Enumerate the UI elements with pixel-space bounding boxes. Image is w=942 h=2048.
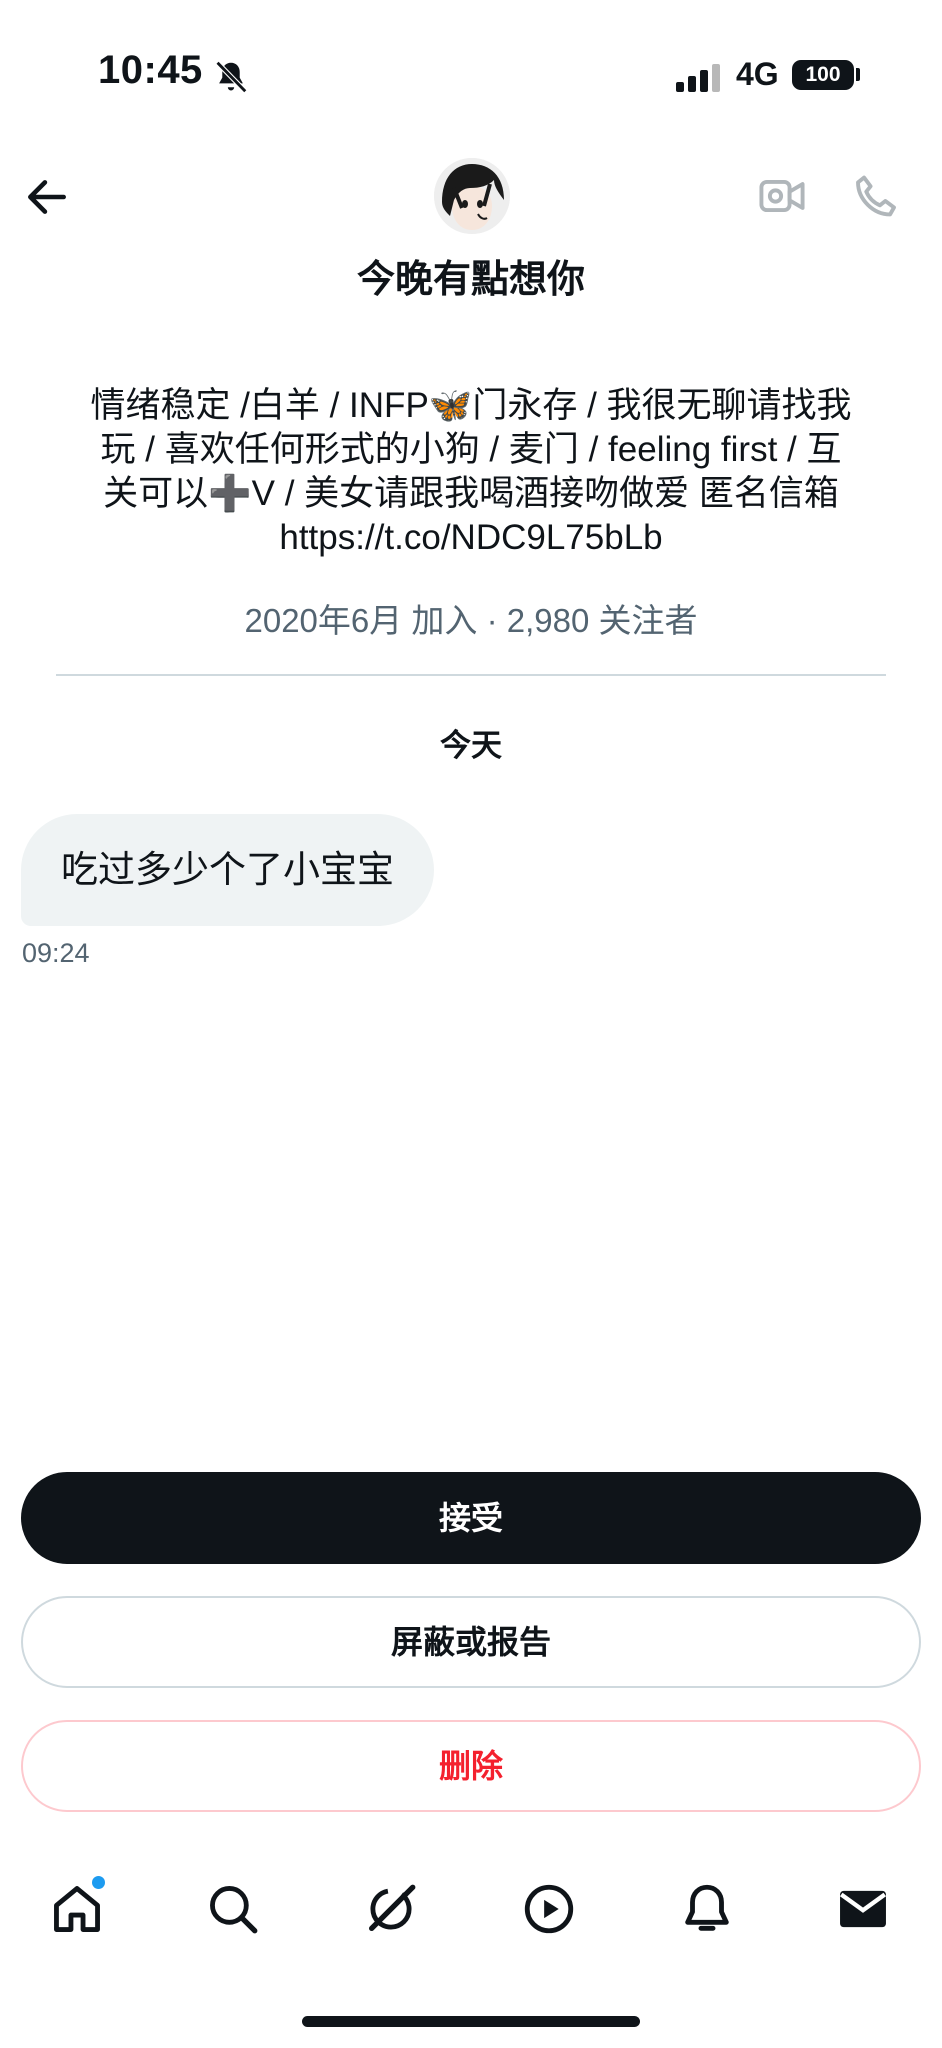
phone-call-icon[interactable] <box>850 170 902 222</box>
network-type: 4G <box>736 56 779 92</box>
accept-button[interactable]: 接受 <box>21 1472 921 1564</box>
join-date: 2020年6月 加入 <box>244 602 478 639</box>
back-arrow-icon[interactable] <box>22 172 72 222</box>
search-icon[interactable] <box>204 1880 262 1938</box>
divider <box>56 674 886 676</box>
day-separator: 今天 <box>440 728 502 763</box>
message-timestamp: 09:24 <box>22 938 90 968</box>
status-time: 10:45 <box>98 48 203 92</box>
conversation-title[interactable]: 今晚有點想你 <box>0 248 942 303</box>
home-indicator[interactable] <box>302 2016 640 2027</box>
profile-meta: 2020年6月 加入 · 2,980 关注者 <box>0 594 942 642</box>
battery-terminal <box>856 68 860 81</box>
anime-avatar-icon <box>434 158 510 234</box>
unread-indicator-dot <box>92 1876 105 1889</box>
signal-strength-icon <box>676 62 720 92</box>
delete-button[interactable]: 删除 <box>21 1720 921 1812</box>
avatar[interactable] <box>434 158 510 234</box>
bio-link[interactable]: https://t.co/NDC9L75bLb <box>50 516 892 560</box>
battery-icon: 100 <box>792 60 854 90</box>
messages-envelope-icon[interactable] <box>834 1880 892 1938</box>
bio-line: 关可以➕V / 美女请跟我喝酒接吻做爱 匿名信箱 <box>103 474 839 513</box>
profile-bio: 情绪稳定 /白羊 / INFP🦋门永存 / 我很无聊请找我 玩 / 喜欢任何形式… <box>50 384 892 560</box>
follower-count[interactable]: 2,980 关注者 <box>507 602 698 639</box>
battery-level: 100 <box>805 63 841 86</box>
notifications-bell-icon[interactable] <box>678 1880 736 1938</box>
incoming-message-bubble[interactable]: 吃过多少个了小宝宝 <box>21 814 434 926</box>
bio-line: 情绪稳定 /白羊 / INFP🦋门永存 / 我很无聊请找我 <box>90 386 852 425</box>
video-call-icon[interactable] <box>756 170 808 222</box>
meta-separator: · <box>486 602 507 639</box>
block-or-report-button[interactable]: 屏蔽或报告 <box>21 1596 921 1688</box>
grok-icon[interactable] <box>362 1880 420 1938</box>
silent-bell-icon <box>215 60 248 94</box>
bio-line: 玩 / 喜欢任何形式的小狗 / 麦门 / feeling first / 互 <box>100 430 842 469</box>
video-play-icon[interactable] <box>520 1880 578 1938</box>
